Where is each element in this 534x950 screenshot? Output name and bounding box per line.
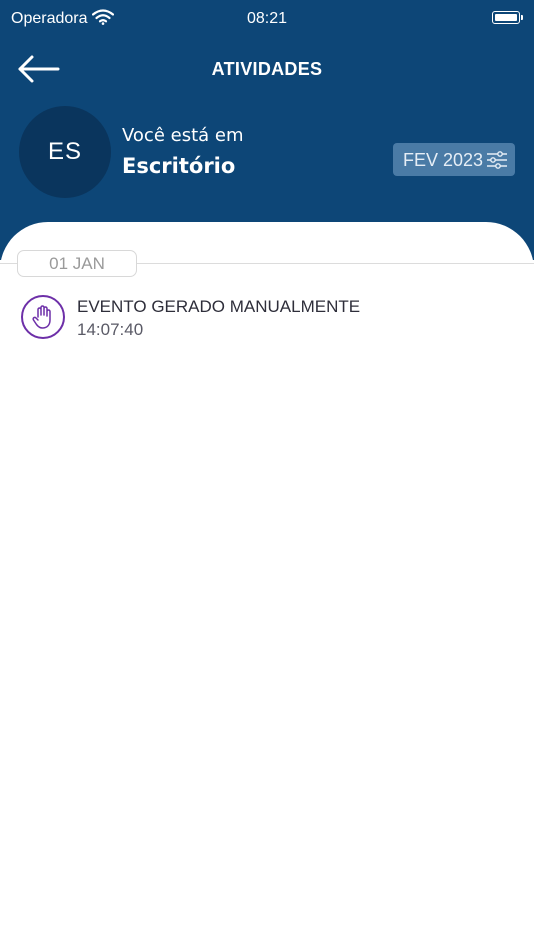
month-filter-label: FEV 2023 <box>403 150 484 170</box>
page-title: ATIVIDADES <box>211 59 323 79</box>
month-filter-button[interactable]: FEV 2023 <box>393 143 515 176</box>
sliders-icon <box>487 151 507 169</box>
location-caption: Você está em <box>122 125 244 146</box>
event-time: 14:07:40 <box>77 320 144 339</box>
avatar-initials: ES <box>47 138 82 165</box>
header: Operadora 08:21 ATIVIDADES ES Você está … <box>0 0 534 260</box>
status-bar: Operadora 08:21 <box>0 0 534 38</box>
date-chip: 01 JAN <box>17 250 137 277</box>
hand-icon <box>21 295 65 339</box>
event-title: EVENTO GERADO MANUALMENTE <box>77 297 361 316</box>
status-time: 08:21 <box>246 10 288 27</box>
location-name: Escritório <box>122 154 236 178</box>
avatar: ES <box>19 106 111 198</box>
battery-icon <box>492 11 523 24</box>
list-item[interactable]: EVENTO GERADO MANUALMENTE 14:07:40 <box>0 290 534 346</box>
